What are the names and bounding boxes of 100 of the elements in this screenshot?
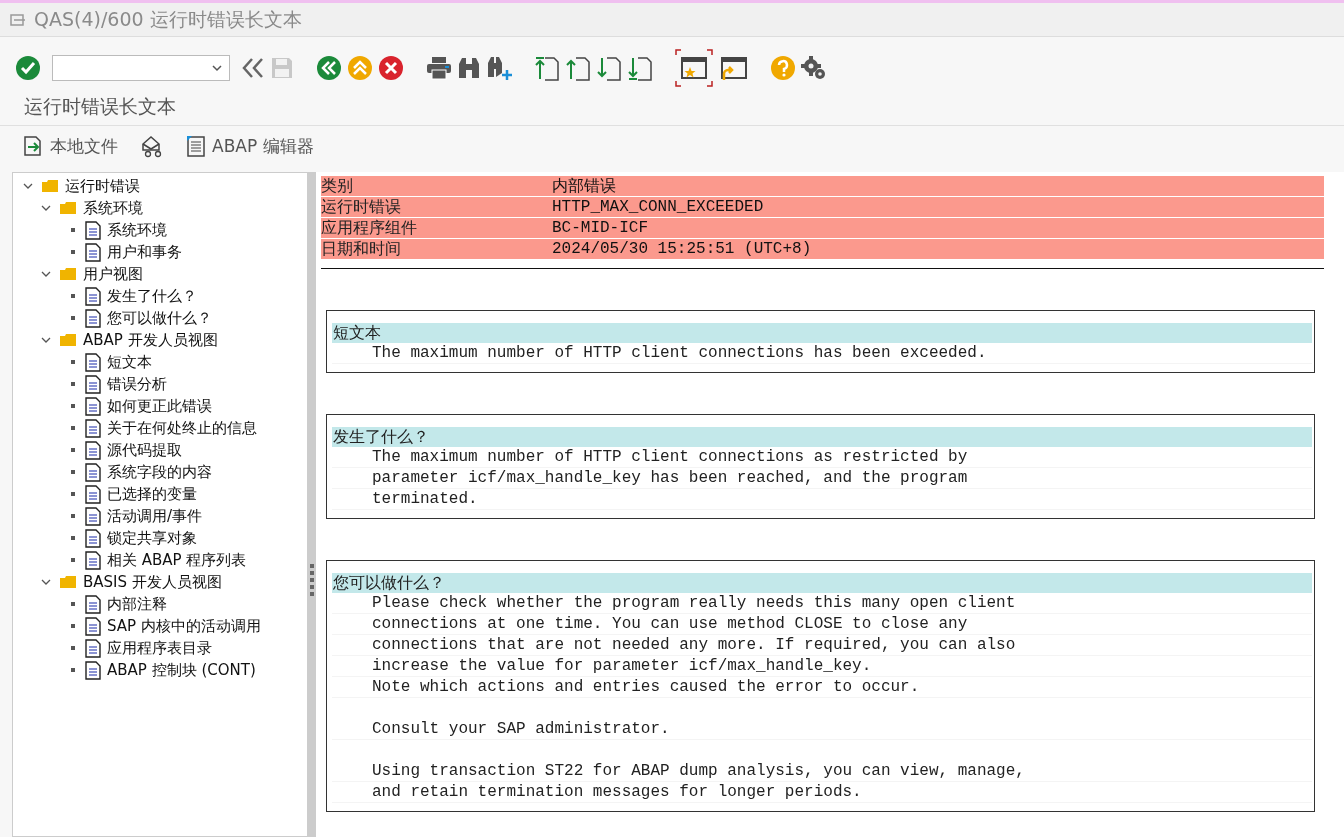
enter-icon[interactable]	[15, 55, 41, 81]
bullet-icon	[71, 558, 75, 562]
text-line: increase the value for parameter icf/max_handle_key.	[332, 656, 1312, 677]
tree-item[interactable]: 用户视图	[83, 264, 143, 284]
bullet-icon	[71, 382, 75, 386]
tree-item[interactable]: 活动调用/事件	[107, 506, 203, 526]
first-page-icon[interactable]	[534, 55, 560, 81]
tree-item[interactable]: 错误分析	[107, 374, 167, 394]
document-icon	[85, 220, 101, 240]
field-value: 2024/05/30 15:25:51 (UTC+8)	[552, 240, 812, 258]
document-icon	[85, 484, 101, 504]
document-arrow-icon	[22, 135, 44, 157]
field-label: 应用程序组件	[321, 217, 418, 239]
bullet-icon	[71, 514, 75, 518]
chevron-icon[interactable]	[41, 577, 51, 587]
tree-item[interactable]: 系统环境	[83, 198, 143, 218]
document-icon	[85, 352, 101, 372]
tree-item[interactable]: 如何更正此错误	[107, 396, 212, 416]
bullet-icon	[71, 426, 75, 430]
document-icon	[85, 660, 101, 680]
bullet-icon	[71, 360, 75, 364]
text-line: Note which actions and entries caused the error to occur.	[332, 677, 1312, 698]
tree-item[interactable]: 系统字段的内容	[107, 462, 212, 482]
document-icon	[85, 506, 101, 526]
text-line: Consult your SAP administrator.	[332, 719, 1312, 740]
tree-item[interactable]: 运行时错误	[65, 176, 140, 196]
local-file-button[interactable]: 本地文件	[18, 132, 122, 160]
text-line: parameter icf/max_handle_key has been reached, and the program	[332, 468, 1312, 489]
folder-icon	[59, 575, 77, 589]
bullet-icon	[71, 602, 75, 606]
tree-item[interactable]: 系统环境	[107, 220, 167, 240]
text-line: connections at one time. You can use method CLOSE to close any	[332, 614, 1312, 635]
chevron-icon[interactable]	[41, 203, 51, 213]
bullet-icon	[71, 646, 75, 650]
tree-item[interactable]: ABAP 开发人员视图	[83, 330, 218, 350]
back-icon[interactable]	[316, 55, 342, 81]
next-page-icon[interactable]	[596, 55, 622, 81]
splitter-handle-icon[interactable]	[310, 564, 314, 596]
document-icon	[85, 638, 101, 658]
text-line: Please check whether the program really needs this many open client	[332, 593, 1312, 614]
print-icon[interactable]	[426, 56, 452, 80]
tree-item[interactable]: SAP 内核中的活动调用	[107, 616, 261, 636]
document-icon	[85, 440, 101, 460]
document-icon	[85, 308, 101, 328]
bullet-icon	[71, 668, 75, 672]
double-chevron-icon[interactable]	[241, 56, 265, 80]
document-icon	[85, 396, 101, 416]
bullet-icon	[71, 404, 75, 408]
tree-item[interactable]: 发生了什么？	[107, 286, 197, 306]
binoculars-plus-icon[interactable]	[486, 55, 512, 81]
tree-item[interactable]: 短文本	[107, 352, 152, 372]
text-line: connections that are not needed any more. If required, you can also	[332, 635, 1312, 656]
bullet-icon	[71, 294, 75, 298]
field-value: BC-MID-ICF	[552, 219, 648, 237]
folder-icon	[59, 201, 77, 215]
new-session-icon[interactable]	[675, 49, 713, 87]
field-label: 类别	[321, 175, 354, 197]
bullet-icon	[71, 448, 75, 452]
chevron-icon[interactable]	[23, 181, 33, 191]
editor-button[interactable]: ABAP 编辑器	[182, 132, 318, 160]
last-page-icon[interactable]	[627, 55, 653, 81]
settings-icon[interactable]	[801, 55, 827, 81]
tree-item[interactable]: 锁定共享对象	[107, 528, 197, 548]
tree-item[interactable]: 关于在何处终止的信息	[107, 418, 257, 438]
field-value: 内部错误	[552, 176, 616, 197]
mail-icon	[140, 134, 164, 158]
binoculars-icon[interactable]	[457, 56, 481, 80]
document-icon	[85, 462, 101, 482]
field-label: 运行时错误	[321, 196, 402, 218]
caret-icon[interactable]	[211, 64, 223, 72]
document-lines-icon	[186, 135, 206, 157]
tree-item[interactable]: 内部注释	[107, 594, 167, 614]
chevron-icon[interactable]	[41, 335, 51, 345]
window-title: QAS(4)/600 运行时错误长文本	[34, 6, 302, 32]
tree-item[interactable]: 已选择的变量	[107, 484, 197, 504]
document-icon	[85, 418, 101, 438]
text-line: The maximum number of HTTP client connections as restricted by	[332, 447, 1312, 468]
field-label: 日期和时间	[321, 238, 402, 260]
previous-page-icon[interactable]	[565, 55, 591, 81]
bullet-icon	[71, 316, 75, 320]
tree-item[interactable]: 相关 ABAP 程序列表	[107, 550, 247, 570]
document-icon	[85, 594, 101, 614]
folder-icon	[41, 179, 59, 193]
section-title: 短文本	[332, 323, 1312, 343]
tree-item[interactable]: ABAP 控制块 (CONT)	[107, 660, 256, 680]
bullet-icon	[71, 492, 75, 496]
chevron-icon[interactable]	[41, 269, 51, 279]
bullet-icon	[71, 624, 75, 628]
tree-item[interactable]: BASIS 开发人员视图	[83, 572, 222, 592]
document-icon	[85, 528, 101, 548]
document-icon	[85, 550, 101, 570]
tree-item[interactable]: 源代码提取	[107, 440, 182, 460]
tree-item[interactable]: 应用程序表目录	[107, 638, 212, 658]
cancel-icon[interactable]	[378, 55, 404, 81]
folder-icon	[59, 333, 77, 347]
tree-item[interactable]: 用户和事务	[107, 242, 182, 262]
bullet-icon	[71, 228, 75, 232]
tree-item[interactable]: 您可以做什么？	[107, 308, 212, 328]
command-field[interactable]	[52, 55, 230, 81]
text-line: and retain termination messages for longer periods.	[332, 782, 1312, 803]
